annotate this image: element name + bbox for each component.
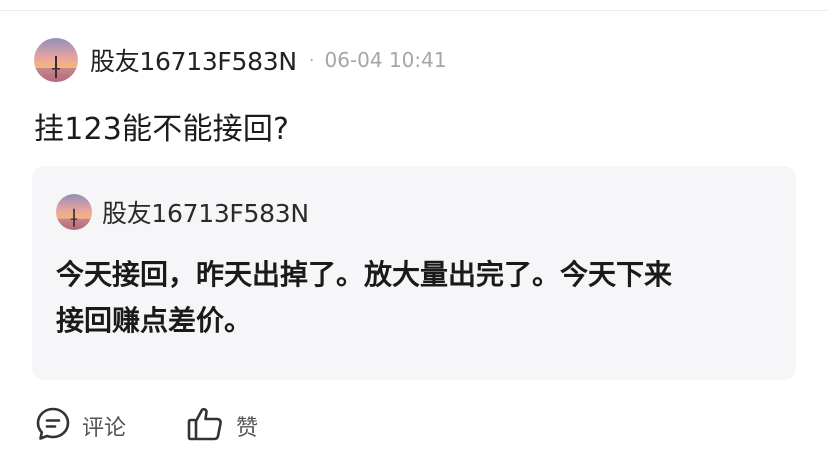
quoted-text-line-1: 今天接回，昨天出掉了。放大量出完了。今天下来 (56, 258, 673, 291)
post-timestamp: 06-04 10:41 (324, 48, 447, 72)
quoted-post[interactable]: 股友16713F583N 今天接回，昨天出掉了。放大量出完了。今天下来 接回赚点… (32, 166, 796, 380)
quoted-post-text: 今天接回，昨天出掉了。放大量出完了。今天下来 接回赚点差价。 (56, 252, 776, 344)
thumbs-up-icon (186, 405, 226, 447)
meta-separator: · (308, 49, 315, 71)
post-content: 挂123能不能接回? (34, 112, 290, 147)
top-divider (0, 10, 828, 11)
like-button[interactable]: 赞 (186, 405, 258, 447)
comment-icon (34, 405, 72, 447)
quoted-text-line-2: 接回赚点差价。 (56, 304, 253, 337)
comment-label: 评论 (82, 416, 127, 441)
quoted-post-header: 股友16713F583N (56, 194, 309, 230)
post-header: 股友16713F583N · 06-04 10:41 (34, 37, 447, 83)
avatar[interactable] (34, 38, 78, 82)
quoted-author-name[interactable]: 股友16713F583N (102, 194, 309, 230)
quoted-avatar[interactable] (56, 194, 92, 230)
comment-button[interactable]: 评论 (34, 405, 126, 447)
like-label: 赞 (236, 416, 259, 441)
post-card: 股友16713F583N · 06-04 10:41 挂123能不能接回? 股友… (0, 0, 828, 464)
author-name[interactable]: 股友16713F583N (90, 42, 297, 78)
action-bar: 评论 赞 (34, 406, 258, 446)
